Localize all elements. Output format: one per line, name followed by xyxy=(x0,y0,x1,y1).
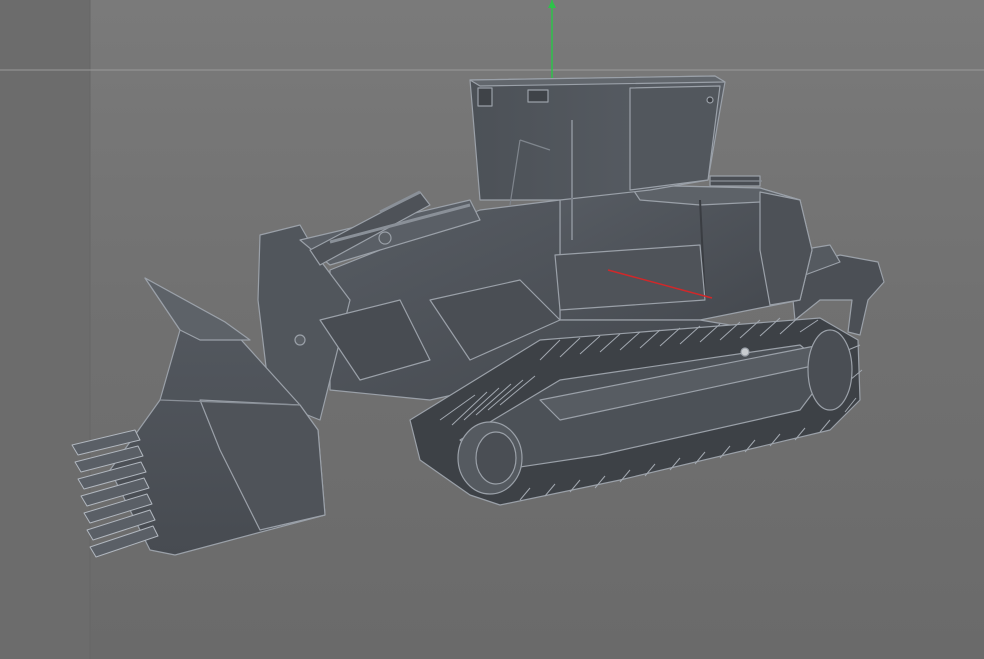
crawler-loader-model[interactable] xyxy=(71,75,885,558)
sprocket-wheel xyxy=(807,329,853,411)
viewport-canvas[interactable] xyxy=(0,0,984,659)
3d-viewport[interactable] xyxy=(0,0,984,659)
viewport-left-shade xyxy=(0,0,90,659)
y-axis-arrow-icon xyxy=(548,0,556,8)
